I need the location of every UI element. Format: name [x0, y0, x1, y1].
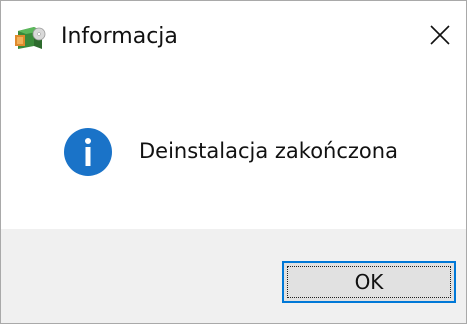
ok-button-label: OK — [354, 270, 384, 294]
window-title: Informacja — [61, 24, 178, 49]
info-icon — [63, 127, 113, 177]
close-button[interactable] — [414, 11, 466, 63]
title-bar[interactable]: Informacja — [1, 1, 466, 77]
ok-button[interactable]: OK — [282, 261, 456, 303]
close-icon — [428, 23, 452, 51]
dialog-footer: OK — [1, 229, 466, 323]
dialog-window: Informacja Deinstalacja zakończona OK — [0, 0, 467, 324]
dialog-content: Deinstalacja zakończona — [1, 77, 466, 229]
setup-package-icon — [14, 22, 48, 52]
dialog-message: Deinstalacja zakończona — [139, 139, 398, 163]
